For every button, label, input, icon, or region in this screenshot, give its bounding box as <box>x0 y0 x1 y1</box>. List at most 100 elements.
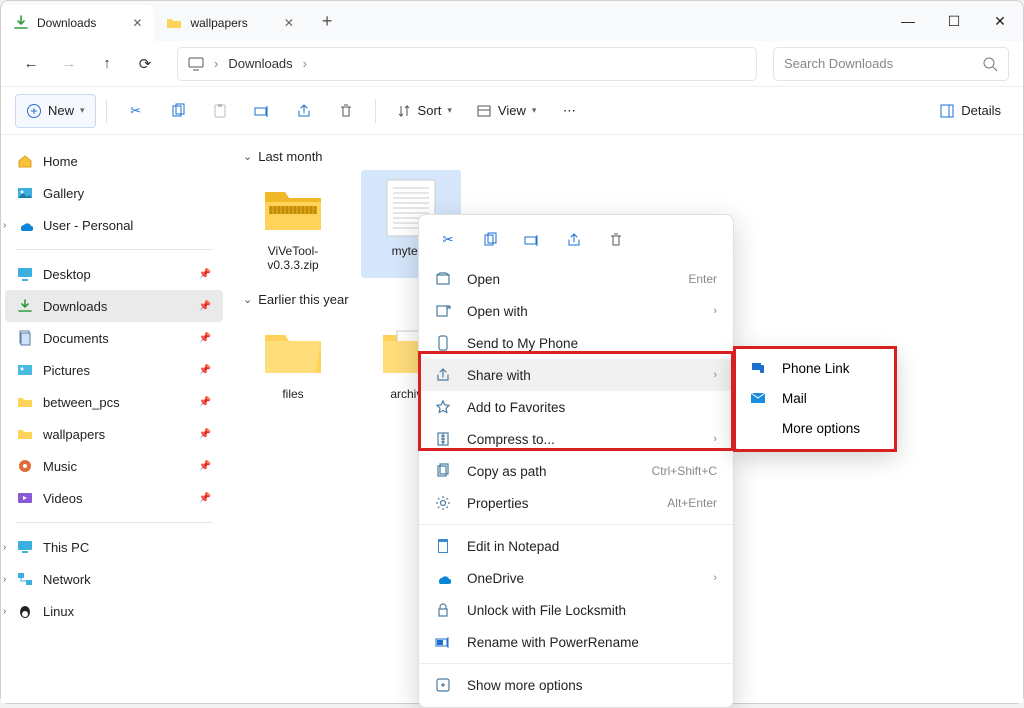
linux-icon <box>17 603 33 619</box>
file-name: files <box>245 387 341 401</box>
sidebar-item-label: Pictures <box>43 363 90 378</box>
sidebar-item-label: Documents <box>43 331 109 346</box>
up-button[interactable]: ↑ <box>91 48 123 80</box>
more-button[interactable]: ⋯ <box>550 94 588 128</box>
breadcrumb-segment[interactable]: Downloads <box>228 56 292 71</box>
new-tab-button[interactable]: + <box>314 11 341 32</box>
paste-button[interactable] <box>201 94 239 128</box>
sidebar-item-gallery[interactable]: Gallery <box>5 177 223 209</box>
properties-icon <box>435 495 453 511</box>
share-button[interactable] <box>559 225 589 255</box>
sort-icon <box>396 103 412 119</box>
chevron-down-icon: ▾ <box>80 105 85 116</box>
close-button[interactable]: ✕ <box>977 1 1023 41</box>
tab-wallpapers[interactable]: wallpapers ✕ <box>154 5 305 41</box>
submenu-item-mail[interactable]: Mail <box>734 383 896 413</box>
menu-item-share-with[interactable]: Share with › <box>419 359 733 391</box>
folder-icon <box>17 394 33 410</box>
menu-item-send-to-my-phone[interactable]: Send to My Phone <box>419 327 733 359</box>
menu-item-onedrive[interactable]: OneDrive › <box>419 562 733 594</box>
sidebar-item-user---personal[interactable]: › User - Personal <box>5 209 223 241</box>
chevron-right-icon: › <box>713 305 717 317</box>
cut-icon: ✂ <box>442 232 453 248</box>
sidebar-item-documents[interactable]: Documents 📌 <box>5 322 223 354</box>
maximize-button[interactable]: ☐ <box>931 1 977 41</box>
download-icon <box>13 15 29 31</box>
file-item[interactable]: ViVeTool-v0.3.3.zip <box>243 170 343 278</box>
refresh-button[interactable]: ⟳ <box>129 48 161 80</box>
pin-icon: 📌 <box>199 333 211 344</box>
chevron-down-icon: ▾ <box>532 105 537 116</box>
submenu-item-more-options[interactable]: More options <box>734 413 896 443</box>
tab-downloads[interactable]: Downloads ✕ <box>1 5 154 41</box>
chevron-right-icon: › <box>713 572 717 584</box>
menu-item-copy-as-path[interactable]: Copy as path Ctrl+Shift+C <box>419 455 733 487</box>
sidebar-item-label: Music <box>43 459 77 474</box>
openwith-icon <box>435 303 453 319</box>
sidebar-item-linux[interactable]: › Linux <box>5 595 223 627</box>
delete-button[interactable] <box>601 225 631 255</box>
sidebar-item-desktop[interactable]: Desktop 📌 <box>5 258 223 290</box>
menu-item-edit-in-notepad[interactable]: Edit in Notepad <box>419 530 733 562</box>
cut-button[interactable]: ✂ <box>117 94 155 128</box>
star-icon <box>435 399 453 415</box>
music-icon <box>17 458 33 474</box>
close-icon[interactable]: ✕ <box>132 16 142 30</box>
sidebar-item-downloads[interactable]: Downloads 📌 <box>5 290 223 322</box>
minimize-button[interactable]: — <box>885 1 931 41</box>
view-icon <box>476 103 492 119</box>
file-name: ViVeTool-v0.3.3.zip <box>245 244 341 272</box>
menu-item-properties[interactable]: Properties Alt+Enter <box>419 487 733 519</box>
rename-icon <box>435 634 453 650</box>
group-header[interactable]: ⌄ Last month <box>243 149 1007 164</box>
pin-icon: 📌 <box>199 397 211 408</box>
sidebar-item-videos[interactable]: Videos 📌 <box>5 482 223 514</box>
sort-button[interactable]: Sort ▾ <box>386 94 462 128</box>
sidebar-item-home[interactable]: Home <box>5 145 223 177</box>
chevron-right-icon: › <box>3 574 6 585</box>
menu-item-open[interactable]: Open Enter <box>419 263 733 295</box>
rename-button[interactable] <box>243 94 281 128</box>
view-button[interactable]: View ▾ <box>466 94 546 128</box>
command-bar: New ▾ ✂ Sort ▾ View ▾ ⋯ Details <box>1 87 1023 135</box>
chevron-right-icon: › <box>713 369 717 381</box>
back-button[interactable]: ← <box>15 48 47 80</box>
navigation-pane: Home Gallery › User - Personal Desktop 📌… <box>1 135 227 703</box>
address-bar[interactable]: › Downloads › <box>177 47 757 81</box>
chevron-right-icon: › <box>3 542 6 553</box>
sidebar-item-wallpapers[interactable]: wallpapers 📌 <box>5 418 223 450</box>
sidebar-item-label: between_pcs <box>43 395 120 410</box>
submenu-item-phone-link[interactable]: Phone Link <box>734 353 896 383</box>
cut-button[interactable]: ✂ <box>433 225 463 255</box>
menu-item-show-more-options[interactable]: Show more options <box>419 669 733 701</box>
sidebar-item-between_pcs[interactable]: between_pcs 📌 <box>5 386 223 418</box>
copy-button[interactable] <box>159 94 197 128</box>
sidebar-item-pictures[interactable]: Pictures 📌 <box>5 354 223 386</box>
sidebar-item-label: Videos <box>43 491 83 506</box>
forward-button[interactable]: → <box>53 48 85 80</box>
menu-item-unlock-with-file-locksmith[interactable]: Unlock with File Locksmith <box>419 594 733 626</box>
share-button[interactable] <box>285 94 323 128</box>
sidebar-item-label: Desktop <box>43 267 91 282</box>
file-item[interactable]: files <box>243 313 343 407</box>
copy-button[interactable] <box>475 225 505 255</box>
new-button[interactable]: New ▾ <box>15 94 96 128</box>
sidebar-item-network[interactable]: › Network <box>5 563 223 595</box>
menu-item-open-with[interactable]: Open with › <box>419 295 733 327</box>
menu-item-add-to-favorites[interactable]: Add to Favorites <box>419 391 733 423</box>
delete-button[interactable] <box>327 94 365 128</box>
sidebar-item-music[interactable]: Music 📌 <box>5 450 223 482</box>
sidebar-item-label: Gallery <box>43 186 84 201</box>
chevron-right-icon: › <box>3 606 6 617</box>
phone-icon <box>435 335 453 351</box>
sidebar-item-label: Network <box>43 572 91 587</box>
sidebar-item-this-pc[interactable]: › This PC <box>5 531 223 563</box>
paste-icon <box>212 103 228 119</box>
menu-item-compress-to-[interactable]: Compress to... › <box>419 423 733 455</box>
search-input[interactable]: Search Downloads <box>773 47 1009 81</box>
menu-item-rename-with-powerrename[interactable]: Rename with PowerRename <box>419 626 733 658</box>
rename-button[interactable] <box>517 225 547 255</box>
details-pane-button[interactable]: Details <box>931 103 1009 119</box>
close-icon[interactable]: ✕ <box>284 16 294 30</box>
share-submenu: Phone Link Mail More options <box>733 346 897 450</box>
